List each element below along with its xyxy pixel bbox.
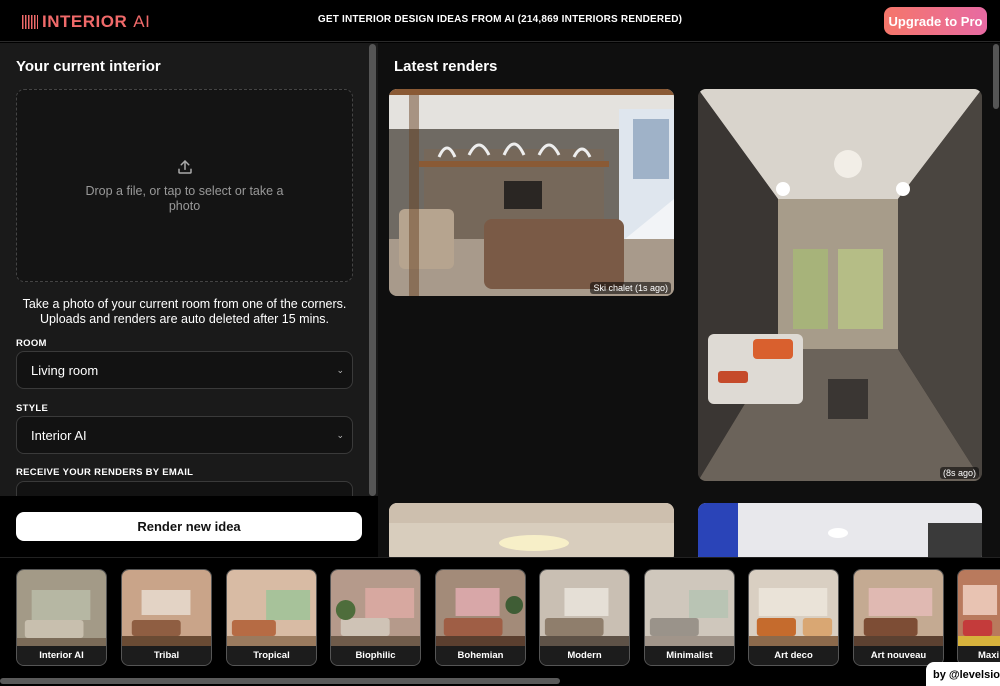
style-card-art-deco[interactable]: Art deco (748, 569, 839, 666)
style-thumbnail (854, 570, 943, 648)
style-label: Art deco (749, 646, 838, 665)
style-label: Minimalist (645, 646, 734, 665)
style-thumbnail (749, 570, 838, 648)
email-input[interactable] (16, 481, 353, 497)
left-scrollbar[interactable] (369, 44, 376, 496)
style-card-art-nouveau[interactable]: Art nouveau (853, 569, 944, 666)
style-select-value: Interior AI (31, 427, 87, 443)
chevron-down-icon: ⌄ (336, 365, 344, 375)
top-bar: INTERIOR AI GET INTERIOR DESIGN IDEAS FR… (0, 0, 1000, 42)
latest-renders-panel: Latest renders Ski chalet (1s ago) (8s a… (378, 43, 1000, 557)
room-label: ROOM (16, 338, 47, 349)
render-card[interactable] (698, 503, 982, 557)
dropzone-text: Drop a file, or tap to select or take a … (85, 183, 284, 213)
style-label: Modern (540, 646, 629, 665)
render-caption: (8s ago) (939, 467, 979, 479)
render-image (389, 89, 674, 296)
style-card-tribal[interactable]: Tribal (121, 569, 212, 666)
room-select[interactable]: Living room ⌄ (16, 351, 353, 389)
style-thumbnail (540, 570, 629, 648)
style-label: Tropical (227, 646, 316, 665)
style-label: Biophilic (331, 646, 420, 665)
style-thumbnail (958, 570, 1000, 648)
style-label: Tribal (122, 646, 211, 665)
style-card-biophilic[interactable]: Biophilic (330, 569, 421, 666)
logo-bars-icon (22, 15, 38, 29)
style-card-modern[interactable]: Modern (539, 569, 630, 666)
style-thumbnail (122, 570, 211, 648)
credit-badge[interactable]: by @levelsio (926, 662, 1000, 686)
style-card-maxi[interactable]: Maxi (957, 569, 1000, 666)
current-interior-title: Your current interior (16, 58, 161, 75)
upgrade-button[interactable]: Upgrade to Pro (884, 7, 987, 35)
style-card-interior-ai[interactable]: Interior AI (16, 569, 107, 666)
logo-suffix: AI (133, 12, 151, 31)
upload-icon (177, 159, 192, 174)
render-card[interactable]: Ski chalet (1s ago) (389, 89, 674, 296)
style-thumbnail (227, 570, 316, 648)
tagline: GET INTERIOR DESIGN IDEAS FROM AI (214,8… (317, 14, 683, 25)
upload-hint: Take a photo of your current room from o… (22, 297, 347, 326)
style-select[interactable]: Interior AI ⌄ (16, 416, 353, 454)
render-new-idea-button[interactable]: Render new idea (16, 512, 362, 541)
render-card[interactable]: (8s ago) (698, 89, 982, 481)
style-thumbnail (331, 570, 420, 648)
right-scrollbar[interactable] (993, 44, 999, 109)
horizontal-scrollbar[interactable] (0, 678, 560, 684)
style-thumbnail (645, 570, 734, 648)
upload-dropzone[interactable]: Drop a file, or tap to select or take a … (16, 89, 353, 282)
render-image (698, 503, 982, 557)
style-card-minimalist[interactable]: Minimalist (644, 569, 735, 666)
style-thumbnail (436, 570, 525, 648)
render-caption: Ski chalet (1s ago) (590, 282, 671, 294)
render-card[interactable] (389, 503, 674, 557)
render-image (389, 503, 674, 557)
style-card-bohemian[interactable]: Bohemian (435, 569, 526, 666)
logo-text: INTERIOR (42, 12, 128, 31)
logo[interactable]: INTERIOR AI (22, 12, 150, 32)
render-image (698, 89, 982, 481)
email-label: RECEIVE YOUR RENDERS BY EMAIL (16, 467, 194, 478)
latest-renders-title: Latest renders (394, 58, 498, 75)
room-select-value: Living room (31, 362, 99, 378)
chevron-down-icon: ⌄ (336, 430, 344, 440)
style-label: STYLE (16, 403, 49, 414)
style-label: Bohemian (436, 646, 525, 665)
style-label: Interior AI (17, 646, 106, 665)
style-card-tropical[interactable]: Tropical (226, 569, 317, 666)
style-thumbnail (17, 570, 106, 648)
